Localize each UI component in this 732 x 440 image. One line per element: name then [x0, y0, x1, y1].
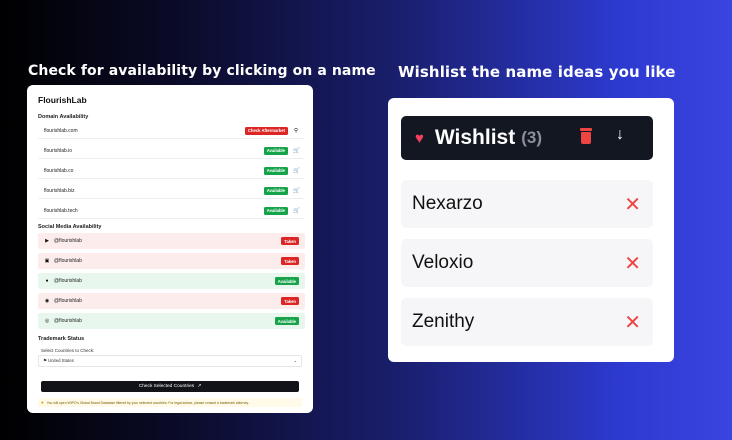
domain-name: flourishlab.com [44, 127, 78, 134]
github-icon: ● [45, 278, 49, 284]
cart-icon[interactable]: 🛒 [293, 148, 300, 154]
wishlist-item-name: Veloxio [412, 252, 474, 273]
status-badge: Available [263, 146, 288, 155]
status-badge: Available [263, 166, 288, 175]
social-handle: @flourishlab [54, 298, 82, 304]
note-text: You will open WIPO's Global Brand Databa… [46, 400, 249, 405]
chevron-down-icon: ⌄ [293, 358, 297, 363]
check-countries-button[interactable]: Check Selected Countries ↗ [41, 381, 299, 392]
status-badge: Taken [281, 257, 299, 265]
dribbble-icon: ◎ [44, 318, 50, 324]
social-handle: @flourishlab [54, 258, 82, 264]
domain-name: flourishlab.io [44, 147, 73, 154]
cart-icon[interactable]: 🛒 [293, 168, 300, 174]
left-heading: Check for availability by clicking on a … [28, 63, 376, 79]
heart-icon: ♥ [415, 129, 424, 147]
domain-name: flourishlab.co [44, 167, 74, 174]
check-button-label: Check Selected Countries [138, 384, 195, 389]
social-row[interactable]: ▣ @flourishlab Taken [38, 253, 305, 269]
social-row[interactable]: ◉ @flourishlab Taken [38, 293, 305, 309]
selected-country: United States [48, 358, 74, 363]
reddit-icon: ◉ [44, 298, 50, 304]
country-select[interactable]: ⚑ United States ⌄ [38, 355, 302, 367]
youtube-icon: ▶ [45, 238, 49, 244]
social-handle: @flourishlab [54, 238, 82, 244]
social-row[interactable]: ◎ @flourishlab Available [38, 313, 305, 329]
domain-section-title: Domain Availability [38, 114, 89, 120]
right-heading: Wishlist the name ideas you like [398, 63, 676, 81]
wishlist-item[interactable]: Zenithy ✕ [401, 298, 653, 346]
download-arrow-icon[interactable]: ↓ [616, 126, 624, 144]
close-icon[interactable]: ✕ [624, 192, 641, 216]
status-badge[interactable]: Check Aftermarket [244, 126, 288, 135]
status-badge: Available [263, 186, 288, 195]
domain-row[interactable]: flourishlab.co Available 🛒 [38, 163, 305, 179]
flag-icon: ⚑ [43, 358, 47, 363]
country-select-label: Select Countries to Check: [41, 348, 95, 353]
trash-icon[interactable] [579, 128, 593, 146]
availability-panel: FlourishLab Domain Availability flourish… [27, 85, 313, 413]
wishlist-item-name: Nexarzo [412, 193, 483, 214]
wishlist-item-name: Zenithy [412, 311, 475, 332]
domain-name: flourishlab.biz [44, 187, 75, 194]
cart-icon[interactable]: 🛒 [293, 208, 300, 214]
wishlist-header: ♥ Wishlist (3) ↓ [401, 116, 653, 160]
search-icon[interactable]: ⚲ [293, 128, 299, 134]
social-row[interactable]: ▶ @flourishlab Taken [38, 233, 305, 249]
trademark-note: ● You will open WIPO's Global Brand Data… [38, 398, 302, 407]
status-badge: Available [274, 317, 299, 325]
status-badge: Available [263, 206, 288, 215]
social-section-title: Social Media Availability [38, 224, 102, 230]
close-icon[interactable]: ✕ [624, 251, 641, 275]
domain-row[interactable]: flourishlab.com Check Aftermarket ⚲ [38, 123, 305, 139]
brand-title: FlourishLab [38, 95, 87, 105]
domain-row[interactable]: flourishlab.tech Available 🛒 [38, 203, 305, 219]
wishlist-item[interactable]: Nexarzo ✕ [401, 180, 653, 228]
cart-icon[interactable]: 🛒 [293, 188, 300, 194]
social-handle: @flourishlab [54, 318, 82, 324]
trademark-section-title: Trademark Status [38, 336, 85, 342]
domain-row[interactable]: flourishlab.io Available 🛒 [38, 143, 305, 159]
status-badge: Taken [281, 297, 299, 305]
external-link-icon: ↗ [197, 384, 202, 389]
social-handle: @flourishlab [54, 278, 82, 284]
status-badge: Available [274, 277, 299, 285]
wishlist-item[interactable]: Veloxio ✕ [401, 239, 653, 287]
close-icon[interactable]: ✕ [624, 310, 641, 334]
info-icon: ● [41, 400, 44, 405]
linkedin-icon: ▣ [44, 258, 50, 264]
wishlist-panel: ♥ Wishlist (3) ↓ Nexarzo ✕ Veloxio ✕ Zen… [388, 98, 674, 362]
wishlist-title: Wishlist [434, 126, 516, 149]
status-badge: Taken [281, 237, 299, 245]
wishlist-count: (3) [521, 128, 543, 147]
domain-name: flourishlab.tech [44, 207, 78, 214]
domain-row[interactable]: flourishlab.biz Available 🛒 [38, 183, 305, 199]
social-row[interactable]: ● @flourishlab Available [38, 273, 305, 289]
